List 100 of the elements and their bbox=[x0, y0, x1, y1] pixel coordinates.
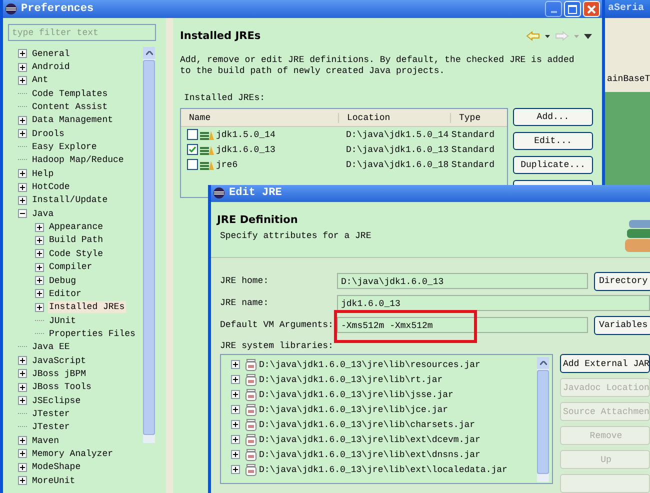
tree-item[interactable]: Maven bbox=[31, 434, 60, 447]
expander-icon[interactable] bbox=[18, 436, 27, 446]
tree-item[interactable]: Appearance bbox=[48, 221, 104, 234]
library-path[interactable]: D:\java\jdk1.6.0_13\jre\lib\resources.jar bbox=[259, 360, 480, 370]
tree-item[interactable]: JBoss jBPM bbox=[31, 368, 88, 380]
checkbox[interactable] bbox=[187, 129, 198, 140]
column-header[interactable]: Location bbox=[339, 112, 451, 122]
tree-item[interactable]: JBoss Tools bbox=[31, 381, 92, 394]
expander-icon[interactable] bbox=[18, 449, 27, 458]
expander-icon[interactable] bbox=[18, 196, 27, 205]
button[interactable]: Add External JAR bbox=[560, 354, 650, 373]
tree-item[interactable]: Content Assist bbox=[31, 101, 109, 114]
expander-icon[interactable] bbox=[35, 236, 44, 245]
expander-icon[interactable] bbox=[18, 356, 27, 366]
expander-icon[interactable] bbox=[231, 450, 240, 459]
tree-item[interactable]: Help bbox=[31, 168, 55, 180]
expander-icon[interactable] bbox=[231, 375, 240, 384]
window-title: aSeria bbox=[605, 0, 650, 18]
expander-icon[interactable] bbox=[18, 76, 27, 85]
expander-icon[interactable] bbox=[18, 382, 27, 392]
expander-icon[interactable] bbox=[18, 209, 27, 218]
input-field[interactable]: -Xms512m -Xmx512m bbox=[337, 317, 588, 333]
tree-item[interactable]: Editor bbox=[48, 288, 82, 300]
column-header[interactable]: Type bbox=[451, 112, 507, 122]
minimize-button[interactable] bbox=[545, 1, 562, 17]
scroll-up-icon[interactable] bbox=[540, 361, 546, 365]
tree-item[interactable]: Easy Explore bbox=[31, 141, 98, 154]
library-path[interactable]: D:\java\jdk1.6.0_13\jre\lib\ext\localedata.jar bbox=[259, 464, 508, 474]
tree-item[interactable]: MoreUnit bbox=[31, 474, 76, 487]
jar-icon bbox=[245, 448, 257, 460]
checkbox[interactable] bbox=[187, 144, 198, 155]
checkbox[interactable] bbox=[187, 159, 198, 170]
tree-item[interactable]: Android bbox=[31, 61, 71, 74]
expander-icon[interactable] bbox=[231, 465, 240, 474]
button[interactable]: Directory bbox=[594, 272, 650, 290]
input-field[interactable]: jdk1.6.0_13 bbox=[337, 295, 650, 311]
tree-item[interactable]: Java EE bbox=[31, 341, 71, 354]
library-path[interactable]: D:\java\jdk1.6.0_13\jre\lib\jce.jar bbox=[259, 404, 448, 414]
expander-icon[interactable] bbox=[18, 369, 27, 378]
tree-item[interactable]: Build Path bbox=[48, 234, 104, 246]
library-path[interactable]: D:\java\jdk1.6.0_13\jre\lib\jsse.jar bbox=[259, 390, 454, 400]
tree-item[interactable]: Debug bbox=[48, 274, 78, 287]
library-path[interactable]: D:\java\jdk1.6.0_13\jre\lib\ext\dnsns.jar bbox=[259, 450, 480, 460]
button[interactable]: Add... bbox=[513, 108, 593, 126]
tree-item[interactable]: Installed JREs bbox=[48, 301, 126, 314]
tree-item[interactable]: HotCode bbox=[31, 181, 71, 194]
expander-icon[interactable] bbox=[231, 360, 240, 369]
dropdown-icon[interactable] bbox=[545, 34, 550, 38]
expander-icon[interactable] bbox=[18, 129, 27, 138]
tree-item[interactable]: Memory Analyzer bbox=[31, 448, 114, 460]
expander-icon[interactable] bbox=[35, 289, 44, 298]
expander-icon[interactable] bbox=[18, 49, 27, 58]
expander-icon[interactable] bbox=[18, 169, 27, 178]
tree-item[interactable]: Ant bbox=[31, 74, 50, 86]
scrollbar[interactable] bbox=[143, 47, 155, 443]
expander-icon[interactable] bbox=[35, 262, 44, 272]
tree-item[interactable]: Properties Files bbox=[48, 328, 136, 340]
tree-item[interactable]: Drools bbox=[31, 128, 66, 140]
button[interactable]: Variables bbox=[594, 316, 650, 334]
scroll-up-icon[interactable] bbox=[146, 51, 152, 55]
column-header[interactable]: Name bbox=[181, 112, 339, 122]
expander-icon[interactable] bbox=[18, 62, 27, 72]
close-button[interactable] bbox=[583, 1, 600, 17]
expander-icon[interactable] bbox=[35, 276, 44, 286]
expander-icon[interactable] bbox=[18, 396, 27, 406]
library-path[interactable]: D:\java\jdk1.6.0_13\jre\lib\ext\dcevm.jar bbox=[259, 434, 480, 444]
tree-item[interactable]: Java bbox=[31, 208, 55, 220]
input-field[interactable]: D:\java\jdk1.6.0_13 bbox=[337, 273, 588, 289]
expander-icon[interactable] bbox=[18, 462, 27, 472]
tree-item[interactable]: Code Style bbox=[48, 248, 104, 260]
tree-item[interactable]: Code Templates bbox=[31, 88, 109, 100]
expander-icon[interactable] bbox=[18, 116, 27, 125]
expander-icon[interactable] bbox=[231, 420, 240, 429]
tree-item[interactable]: JavaScript bbox=[31, 354, 88, 367]
library-path[interactable]: D:\java\jdk1.6.0_13\jre\lib\rt.jar bbox=[259, 374, 443, 384]
button[interactable]: Duplicate... bbox=[513, 156, 593, 174]
tree-item[interactable]: JTester bbox=[31, 421, 71, 434]
button[interactable]: Edit... bbox=[513, 132, 593, 150]
library-path[interactable]: D:\java\jdk1.6.0_13\jre\lib\charsets.jar bbox=[259, 420, 476, 430]
tree-item[interactable]: JUnit bbox=[48, 314, 78, 327]
expander-icon[interactable] bbox=[18, 182, 27, 192]
tree-item[interactable]: JTester bbox=[31, 408, 71, 420]
tree-item[interactable]: General bbox=[31, 48, 71, 60]
tree-item[interactable]: ModeShape bbox=[31, 461, 82, 474]
scrollbar[interactable] bbox=[537, 357, 549, 482]
filter-field[interactable]: type filter text bbox=[8, 24, 156, 41]
tree-item[interactable]: Install/Update bbox=[31, 194, 109, 206]
tree-item[interactable]: JSEclipse bbox=[31, 394, 82, 407]
expander-icon[interactable] bbox=[35, 249, 44, 258]
expander-icon[interactable] bbox=[35, 222, 44, 232]
expander-icon[interactable] bbox=[231, 405, 240, 414]
expander-icon[interactable] bbox=[231, 435, 240, 444]
expander-icon[interactable] bbox=[35, 302, 44, 312]
menu-icon[interactable] bbox=[584, 34, 592, 38]
expander-icon[interactable] bbox=[231, 390, 240, 399]
tree-item[interactable]: Data Management bbox=[31, 114, 114, 126]
tree-item[interactable]: Compiler bbox=[48, 261, 94, 274]
expander-icon[interactable] bbox=[18, 476, 27, 486]
maximize-button[interactable] bbox=[564, 1, 581, 17]
tree-item[interactable]: Hadoop Map/Reduce bbox=[31, 154, 125, 166]
